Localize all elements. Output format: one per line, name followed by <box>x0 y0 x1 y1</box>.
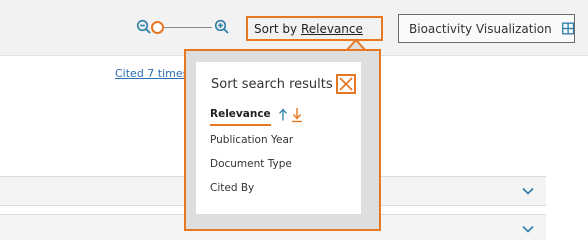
sort-option-relevance[interactable]: Relevance <box>210 108 271 126</box>
sort-ascending-icon[interactable] <box>278 108 288 121</box>
sort-descending-icon[interactable] <box>291 107 303 123</box>
sort-by-label: Sort by Relevance <box>254 21 363 36</box>
sort-by-button[interactable]: Sort by Relevance <box>246 16 383 41</box>
sort-option-cited-by[interactable]: Cited By <box>210 182 254 194</box>
sort-option-publication-year[interactable]: Publication Year <box>210 134 293 146</box>
zoom-out-icon[interactable] <box>136 19 152 35</box>
sort-results-panel: Sort search results Relevance Publicatio… <box>196 62 361 214</box>
zoom-in-icon[interactable] <box>214 19 230 35</box>
grid-icon <box>561 22 574 35</box>
results-toolbar: Sort by Relevance Bioactivity Visualizat… <box>0 0 588 56</box>
sort-by-value: Relevance <box>300 21 363 36</box>
cited-by-link[interactable]: Cited 7 times <box>115 67 188 80</box>
bioactivity-visualization-button[interactable]: Bioactivity Visualization <box>398 14 575 43</box>
close-button[interactable] <box>336 74 356 94</box>
chevron-down-icon[interactable] <box>522 187 534 195</box>
sort-results-popup: Sort search results Relevance Publicatio… <box>184 49 381 231</box>
sort-option-document-type[interactable]: Document Type <box>210 158 292 170</box>
chevron-down-icon[interactable] <box>522 225 534 233</box>
zoom-slider-handle[interactable] <box>151 21 164 34</box>
popup-title: Sort search results <box>211 77 333 92</box>
close-icon <box>339 77 353 91</box>
bioactivity-visualization-label: Bioactivity Visualization <box>409 21 552 36</box>
